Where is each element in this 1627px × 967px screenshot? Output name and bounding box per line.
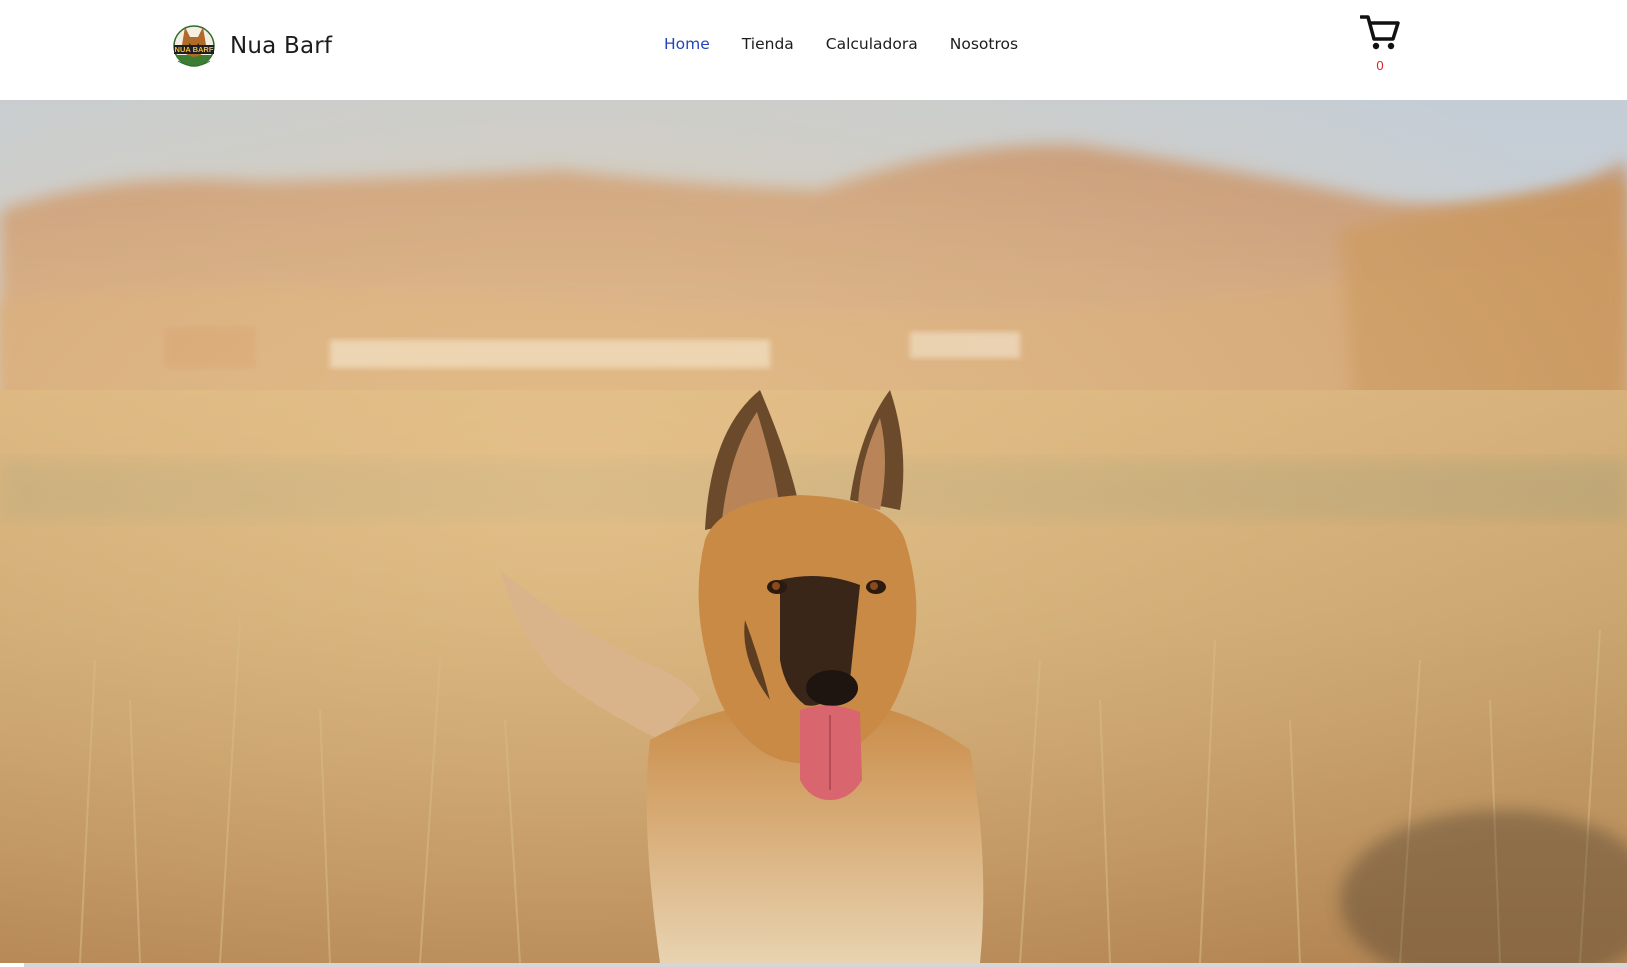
logo-text: NUA BARF bbox=[175, 45, 214, 54]
cart-button[interactable]: 0 bbox=[1360, 14, 1404, 76]
cart-count: 0 bbox=[1376, 58, 1384, 73]
main-nav: Home Tienda Calculadora Nosotros bbox=[664, 33, 1050, 55]
page-bottom-divider bbox=[24, 963, 1627, 967]
cart-icon bbox=[1360, 15, 1400, 50]
nav-tienda-link[interactable]: Tienda bbox=[742, 33, 794, 55]
brand-name: Nua Barf bbox=[230, 33, 333, 59]
nua-barf-logo: NUA BARF bbox=[173, 25, 215, 67]
nav-nosotros-link[interactable]: Nosotros bbox=[950, 33, 1018, 55]
nav-home-link[interactable]: Home bbox=[664, 33, 710, 55]
hero-image bbox=[0, 100, 1627, 963]
brand-home-link[interactable]: NUA BARF Nua Barf bbox=[172, 20, 332, 72]
site-header: NUA BARF Nua Barf Home Tienda Calculador… bbox=[0, 0, 1627, 100]
nav-calculadora-link[interactable]: Calculadora bbox=[826, 33, 918, 55]
